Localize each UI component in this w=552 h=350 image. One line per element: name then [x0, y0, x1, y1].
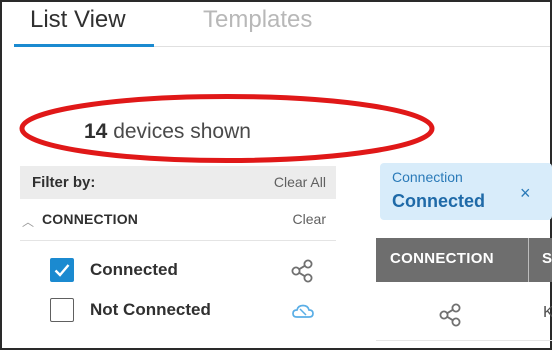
- not-connected-checkbox[interactable]: [50, 298, 74, 322]
- column-separator: [528, 238, 529, 282]
- tab-templates[interactable]: Templates: [203, 6, 312, 34]
- device-count: 14 devices shown: [84, 120, 251, 144]
- tab-list-view[interactable]: List View: [30, 6, 126, 34]
- filter-option-not-connected[interactable]: Not Connected: [50, 298, 330, 324]
- connection-section-header[interactable]: ︿ CONNECTION Clear: [20, 207, 336, 235]
- table-row-divider: [376, 340, 552, 341]
- tab-divider: [154, 46, 550, 47]
- active-tab-indicator: [14, 44, 154, 47]
- not-connected-label: Not Connected: [90, 300, 211, 319]
- connection-clear-button[interactable]: Clear: [293, 211, 326, 227]
- chip-value: Connected: [392, 191, 486, 211]
- active-filter-chip: Connection Connected ×: [380, 163, 552, 220]
- section-divider: [20, 240, 336, 241]
- cloud-offline-icon: [292, 304, 314, 318]
- table-cell-fragment: K: [543, 304, 552, 321]
- connected-checkbox[interactable]: [50, 258, 74, 282]
- connected-nodes-icon: [439, 303, 461, 327]
- chip-key: Connection: [392, 169, 463, 185]
- device-count-label: devices shown: [113, 120, 251, 143]
- connected-nodes-icon: [291, 259, 313, 283]
- filter-by-label: Filter by:: [32, 174, 96, 191]
- clear-all-button[interactable]: Clear All: [274, 174, 326, 190]
- device-count-number: 14: [84, 120, 108, 143]
- close-icon[interactable]: ×: [520, 183, 531, 204]
- column-header-connection[interactable]: CONNECTION: [390, 250, 494, 267]
- chevron-up-icon[interactable]: ︿: [22, 213, 34, 230]
- filter-header: Filter by: Clear All: [20, 166, 336, 199]
- table-header: CONNECTION S: [376, 238, 552, 282]
- column-header-next[interactable]: S: [542, 250, 552, 267]
- connection-section-title: CONNECTION: [42, 211, 139, 227]
- filter-option-connected[interactable]: Connected: [50, 258, 330, 284]
- connected-label: Connected: [90, 260, 178, 279]
